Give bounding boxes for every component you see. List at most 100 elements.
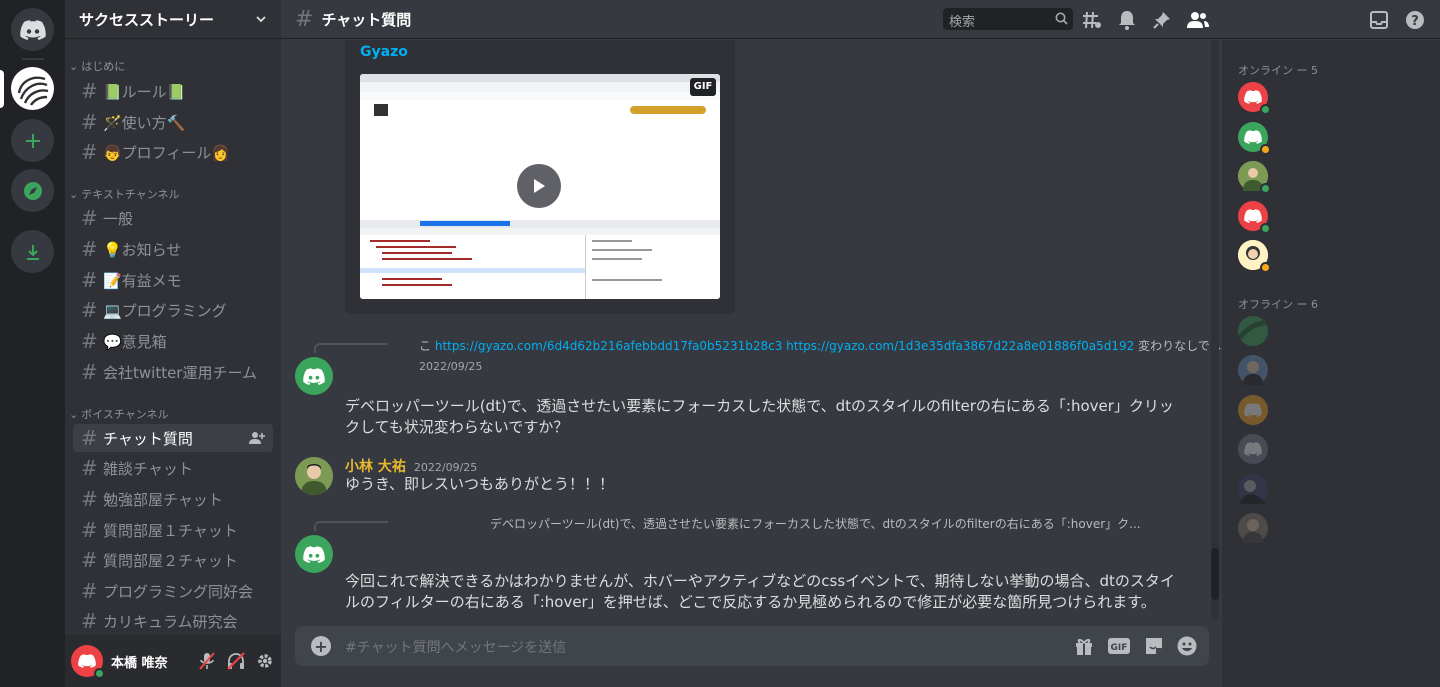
channel-item[interactable]: # 会社twitter運用チーム	[73, 358, 273, 386]
idle-status-icon	[1260, 144, 1271, 155]
hash-icon: #	[81, 237, 98, 261]
scrollbar-thumb[interactable]	[1211, 548, 1219, 600]
channel-item[interactable]: # カリキュラム研究会	[73, 607, 273, 635]
composer-placeholder: #チャット質問へメッセージを送信	[345, 640, 567, 656]
settings-button[interactable]	[255, 651, 275, 671]
sticker-button[interactable]	[1143, 635, 1165, 657]
hash-icon: #	[81, 609, 98, 633]
reply-link[interactable]: https://gyazo.com/6d4d62b216afebbdd17fa0…	[435, 339, 782, 353]
channel-item-active[interactable]: # チャット質問	[73, 424, 273, 452]
member-avatar[interactable]	[1238, 355, 1268, 385]
gif-badge: GIF	[690, 78, 716, 96]
avatar[interactable]	[295, 535, 333, 573]
hash-icon: #	[81, 110, 98, 134]
reply-connector	[314, 343, 388, 353]
gear-icon	[258, 654, 272, 668]
category-intro[interactable]: ⌄ はじめに	[69, 58, 125, 74]
headphones-muted-icon	[227, 652, 245, 670]
hash-icon: #	[81, 518, 98, 542]
idle-status-icon	[1260, 262, 1271, 273]
gift-icon	[1076, 639, 1092, 655]
member-list-toggle[interactable]	[1187, 9, 1209, 31]
channel-item[interactable]: # 👦プロフィール👩	[73, 138, 273, 166]
server-icon-success-story[interactable]	[11, 67, 54, 110]
server-header[interactable]: サクセスストーリー	[65, 0, 281, 39]
user-photo-icon	[295, 457, 333, 495]
member-avatar[interactable]	[1238, 161, 1271, 194]
member-avatar[interactable]	[1238, 201, 1271, 234]
channel-item[interactable]: # 📗ルール📗	[73, 77, 273, 105]
home-button[interactable]	[11, 8, 54, 51]
category-voice[interactable]: ⌄ ボイスチャンネル	[69, 406, 169, 422]
discord-logo-icon	[303, 367, 325, 385]
hash-icon: #	[81, 456, 98, 480]
bell-icon	[1119, 11, 1135, 30]
pinned-messages-button[interactable]	[1151, 9, 1173, 31]
play-button[interactable]	[517, 164, 561, 208]
gift-button[interactable]	[1073, 635, 1095, 657]
reply-link[interactable]: https://gyazo.com/1d3e35dfa3867d22a8e018…	[786, 339, 1134, 353]
explore-servers-button[interactable]	[11, 169, 54, 212]
chat-scrollbar[interactable]	[1211, 40, 1219, 620]
avatar[interactable]	[295, 457, 333, 495]
channel-item[interactable]: # 質問部屋１チャット	[73, 516, 273, 544]
user-photo-icon	[1243, 361, 1263, 385]
channel-item[interactable]: # 💻プログラミング	[73, 296, 273, 324]
gif-icon: GIF	[1108, 638, 1130, 654]
online-status-icon	[1260, 183, 1271, 194]
inbox-icon	[1370, 11, 1388, 29]
gif-button[interactable]: GIF	[1108, 635, 1130, 657]
plus-icon: +	[314, 636, 328, 656]
message-composer[interactable]: + #チャット質問へメッセージを送信 GIF	[295, 626, 1209, 666]
reply-preview[interactable]: こ https://gyazo.com/6d4d62b216afebbdd17f…	[419, 337, 1223, 354]
message-content: 今回これで解決できるかはわかりませんが、ホバーやアクティブなどのcssイベントで…	[345, 572, 1175, 611]
chevron-down-icon: ⌄	[69, 187, 79, 201]
member-avatar[interactable]	[1238, 395, 1268, 425]
channel-item[interactable]: # 📝有益メモ	[73, 266, 273, 294]
channel-item[interactable]: # 質問部屋２チャット	[73, 546, 273, 574]
emoji-button[interactable]	[1176, 635, 1198, 657]
upload-button[interactable]: +	[311, 636, 331, 656]
channel-item[interactable]: # 💡お知らせ	[73, 235, 273, 263]
member-avatar[interactable]	[1238, 240, 1271, 273]
member-avatar[interactable]	[1238, 513, 1268, 543]
help-button[interactable]: ?	[1404, 9, 1426, 31]
threads-button[interactable]	[1081, 9, 1103, 31]
message-list: Gyazo GIF こ https://gyazo.com/6d4d62b216…	[281, 40, 1223, 620]
hash-icon: #	[81, 298, 98, 322]
discord-logo-icon	[1244, 209, 1262, 223]
plus-icon	[25, 133, 40, 148]
member-avatar[interactable]	[1238, 474, 1268, 504]
member-avatar[interactable]	[1238, 122, 1271, 155]
add-member-icon[interactable]	[249, 431, 265, 445]
embed-video[interactable]: GIF	[360, 74, 720, 299]
mute-mic-button[interactable]	[197, 651, 217, 671]
channel-item[interactable]: # 🪄使い方🔨	[73, 108, 273, 136]
svg-text:GIF: GIF	[1111, 643, 1128, 653]
hash-icon: #	[81, 140, 98, 164]
search-input[interactable]: 検索	[943, 8, 1073, 30]
channel-item[interactable]: # 勉強部屋チャット	[73, 485, 273, 513]
pin-icon	[1153, 12, 1170, 29]
reply-preview[interactable]: デベロッパーツール(dt)で、透過させたい要素にフォーカスした状態で、dtのスタ…	[490, 515, 1141, 532]
message-author[interactable]: 小林 大祐	[345, 456, 406, 476]
channel-item[interactable]: # 雑談チャット	[73, 454, 273, 482]
download-apps-button[interactable]	[11, 230, 54, 273]
member-avatar[interactable]	[1238, 82, 1271, 115]
message-timestamp: 2022/09/25	[419, 360, 483, 373]
discord-logo-icon	[1244, 130, 1262, 144]
member-avatar[interactable]	[1238, 434, 1268, 464]
embed-provider-link[interactable]: Gyazo	[360, 44, 408, 60]
inbox-button[interactable]	[1368, 9, 1390, 31]
channel-item[interactable]: # 一般	[73, 204, 273, 232]
category-text[interactable]: ⌄ テキストチャンネル	[69, 186, 180, 202]
help-icon: ?	[1406, 11, 1424, 29]
avatar[interactable]	[295, 357, 333, 395]
add-server-button[interactable]	[11, 119, 54, 162]
member-avatar[interactable]	[1238, 316, 1268, 346]
notification-settings-button[interactable]	[1116, 9, 1138, 31]
deafen-button[interactable]	[226, 651, 246, 671]
channel-item[interactable]: # 💬意見箱	[73, 327, 273, 355]
channel-item[interactable]: # プログラミング同好会	[73, 577, 273, 605]
avatar[interactable]	[71, 645, 105, 679]
